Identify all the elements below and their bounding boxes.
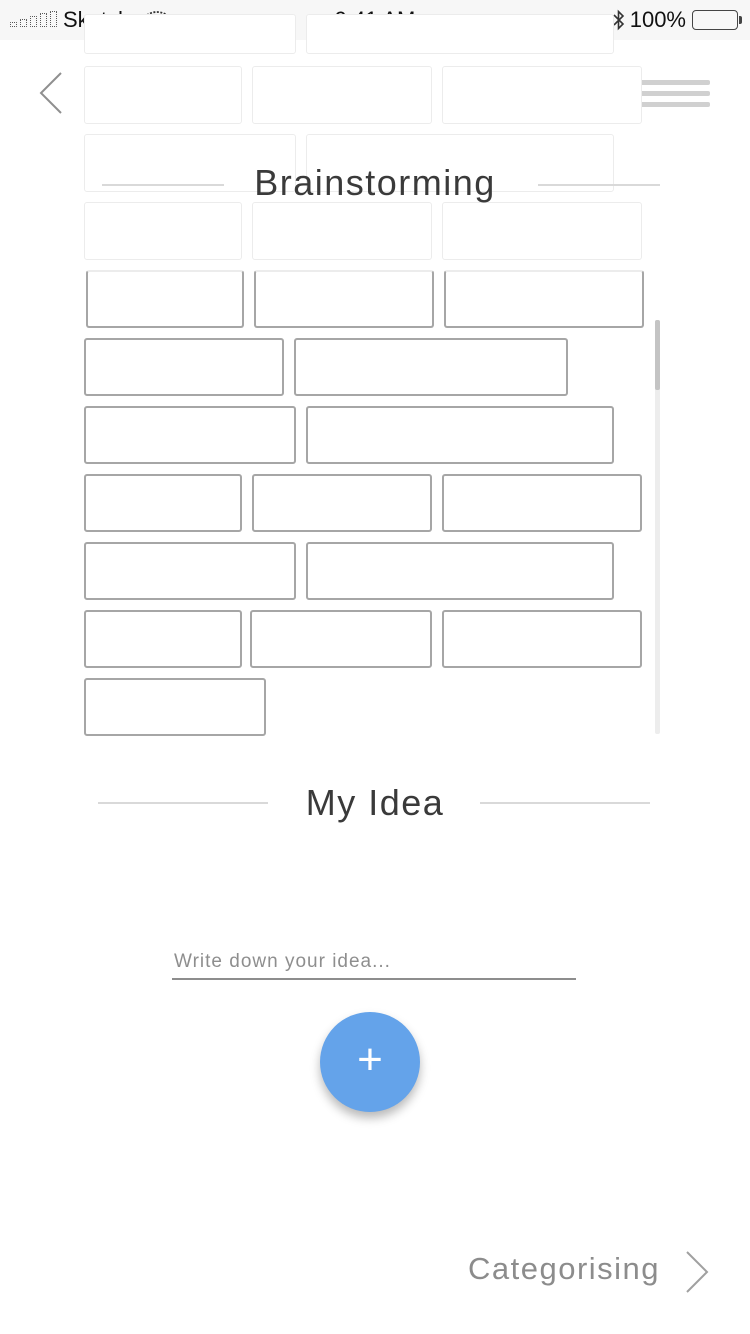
idea-brick[interactable]	[444, 270, 644, 328]
battery-icon	[692, 10, 742, 30]
idea-brick[interactable]	[84, 338, 284, 396]
idea-input[interactable]	[172, 946, 576, 980]
idea-brick[interactable]	[84, 542, 296, 600]
next-step-label: Categorising	[468, 1251, 661, 1286]
idea-brick[interactable]	[84, 14, 296, 54]
idea-brick[interactable]	[442, 66, 642, 124]
idea-brick[interactable]	[252, 202, 432, 260]
scrollbar[interactable]	[655, 320, 660, 734]
idea-brick[interactable]	[84, 406, 296, 464]
idea-brick[interactable]	[306, 14, 614, 54]
title-divider-right	[538, 184, 660, 186]
idea-brick[interactable]	[84, 474, 242, 532]
idea-brick[interactable]	[306, 542, 614, 600]
scrollbar-thumb[interactable]	[655, 320, 660, 390]
back-button[interactable]	[34, 68, 74, 118]
idea-brick[interactable]	[306, 406, 614, 464]
chevron-right-icon	[686, 1251, 709, 1293]
idea-brick[interactable]	[252, 66, 432, 124]
idea-brick[interactable]	[250, 610, 432, 668]
next-step-categorising[interactable]: Categorising	[460, 1245, 720, 1301]
idea-brick[interactable]	[86, 270, 244, 328]
idea-brick[interactable]	[84, 678, 266, 736]
battery-percent: 100%	[629, 7, 686, 32]
idea-brick[interactable]	[294, 338, 568, 396]
idea-brick[interactable]	[442, 202, 642, 260]
hamburger-menu-icon	[636, 80, 710, 85]
idea-brick[interactable]	[252, 474, 432, 532]
chevron-left-icon	[39, 72, 62, 114]
brainstorming-title: Brainstorming	[254, 162, 496, 203]
title-divider-right	[480, 802, 650, 804]
idea-brick[interactable]	[442, 610, 642, 668]
idea-brick[interactable]	[442, 474, 642, 532]
idea-brick[interactable]	[84, 610, 242, 668]
add-idea-button[interactable]: +	[320, 1012, 420, 1112]
menu-button[interactable]	[636, 80, 710, 114]
plus-icon: +	[357, 1035, 383, 1084]
idea-brick[interactable]	[84, 202, 242, 260]
idea-brick[interactable]	[254, 270, 434, 328]
idea-brick[interactable]	[84, 66, 242, 124]
